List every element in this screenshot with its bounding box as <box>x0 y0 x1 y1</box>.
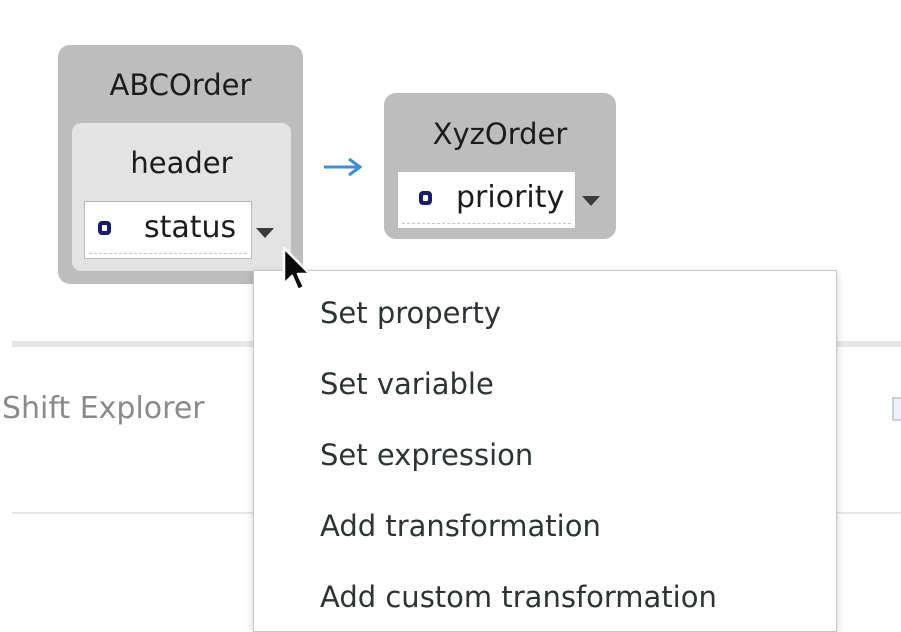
field-context-menu: Set property Set variable Set expression… <box>253 270 837 632</box>
mouse-pointer-icon <box>282 246 312 292</box>
property-icon <box>419 191 432 205</box>
xyz-order-title: XyzOrder <box>432 117 568 151</box>
menu-item-set-expression[interactable]: Set expression <box>254 420 836 490</box>
status-field-label: status <box>144 210 237 245</box>
priority-field-label: priority <box>456 180 565 215</box>
explorer-tab-label[interactable]: Shift Explorer <box>2 391 205 426</box>
status-field[interactable]: status <box>84 201 252 259</box>
status-dropdown-arrow-icon[interactable] <box>256 228 274 238</box>
abc-order-title: ABCOrder <box>109 68 252 102</box>
priority-field[interactable]: priority <box>397 171 576 229</box>
priority-dropdown-arrow-icon[interactable] <box>582 196 600 206</box>
menu-item-set-variable[interactable]: Set variable <box>254 349 836 419</box>
menu-item-add-transformation[interactable]: Add transformation <box>254 491 836 561</box>
panel-edge-icon <box>892 397 901 421</box>
header-group-title: header <box>130 146 233 180</box>
menu-item-add-custom-transformation[interactable]: Add custom transformation <box>254 562 836 632</box>
property-icon <box>98 221 111 235</box>
mapping-arrow-icon <box>324 157 363 177</box>
menu-item-set-property[interactable]: Set property <box>254 278 836 348</box>
